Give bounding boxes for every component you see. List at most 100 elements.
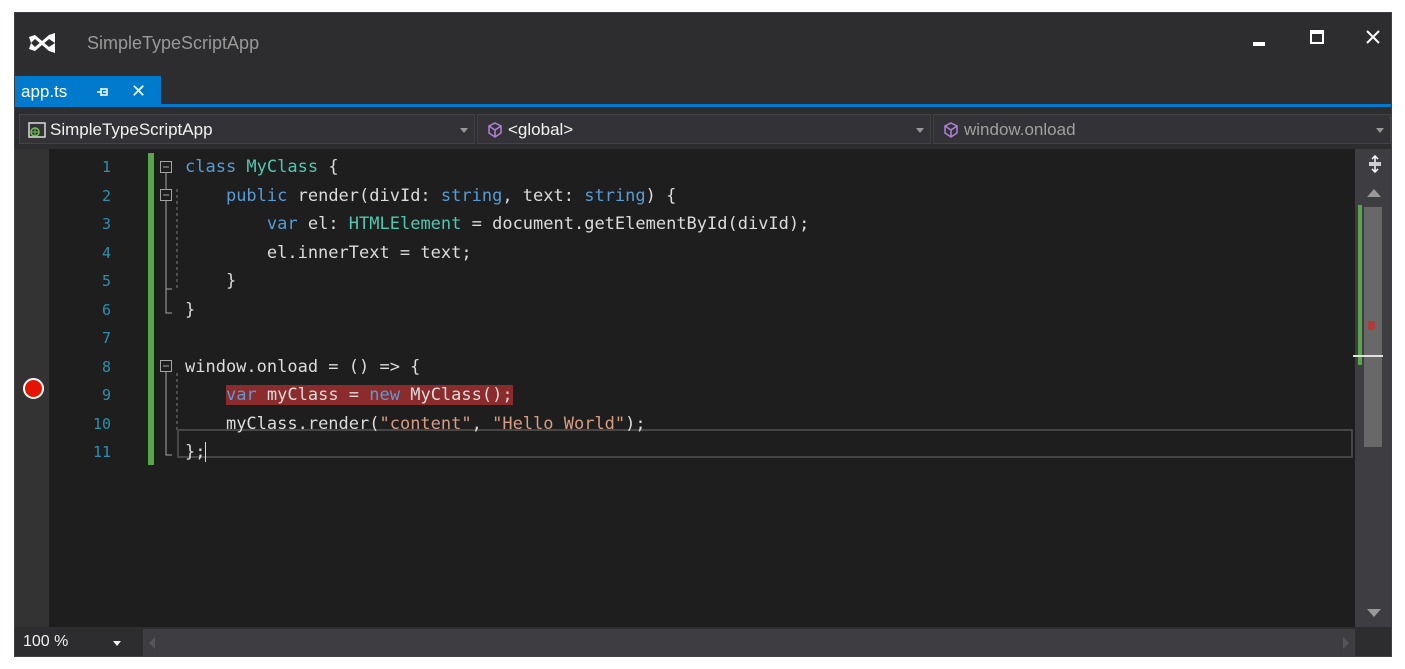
code-line-10: myClass.render("content", "Hello World")… — [185, 410, 1345, 439]
code-line-3: var el: HTMLElement = document.getElemen… — [185, 210, 1345, 239]
line-number: 3 — [101, 215, 111, 233]
code-text[interactable]: class MyClass { public render(divId: str… — [185, 153, 1345, 467]
chevron-down-icon — [460, 128, 468, 133]
outlining-margin — [160, 161, 178, 456]
token: var — [225, 385, 257, 405]
line-number: 9 — [101, 386, 111, 404]
token: MyClass(); — [399, 385, 513, 405]
document-tab-strip: app.ts ✕ — [15, 73, 1391, 157]
member-dropdown[interactable]: window.onload — [933, 114, 1391, 144]
breakpoint-highlight: var myClass = new MyClass(); — [225, 385, 513, 405]
scroll-left-icon[interactable] — [149, 637, 155, 649]
line-number: 7 — [101, 329, 111, 347]
token: ) { — [645, 185, 677, 206]
close-icon[interactable] — [1356, 23, 1390, 53]
scroll-up-icon[interactable] — [1367, 189, 1381, 197]
tab-underline — [15, 104, 1391, 107]
token: }; — [185, 442, 206, 462]
token: = document.getElementById(divId); — [461, 214, 810, 234]
visual-studio-window: SimpleTypeScriptApp app.ts ✕ SimpleTypeS… — [14, 12, 1392, 657]
zoom-level: 100 % — [23, 633, 69, 650]
line-number: 2 — [101, 186, 111, 205]
code-line-6: } — [185, 299, 196, 320]
collapse-icon[interactable] — [160, 189, 172, 201]
token: "Hello World" — [492, 413, 626, 434]
code-line-4: el.innerText = text; — [185, 242, 472, 263]
token: el: — [297, 214, 349, 234]
token: MyClass — [236, 157, 319, 177]
project-icon — [28, 122, 46, 138]
line-numbers: 1 2 3 4 5 6 7 8 9 10 11 — [49, 153, 129, 467]
token: ); — [625, 413, 646, 434]
project-dropdown-value: SimpleTypeScriptApp — [50, 120, 213, 139]
cube-icon — [944, 122, 958, 138]
line-number: 8 — [101, 357, 111, 376]
vertical-scrollbar[interactable] — [1353, 149, 1391, 627]
code-line-11: }; — [185, 438, 1345, 467]
token: var — [266, 214, 298, 234]
code-line-1: class MyClass { — [185, 153, 1345, 182]
code-editor[interactable]: 1 2 3 4 5 6 7 8 9 10 11 class MyClass {… — [15, 149, 1355, 627]
token: "content" — [379, 413, 472, 434]
line-number: 5 — [101, 272, 111, 290]
split-window-icon[interactable] — [1367, 155, 1383, 173]
line-number: 1 — [101, 158, 111, 176]
token: , — [471, 413, 493, 434]
scroll-down-icon[interactable] — [1367, 609, 1381, 617]
chevron-down-icon — [916, 128, 924, 133]
minimize-icon[interactable] — [1242, 23, 1276, 53]
zoom-dropdown[interactable]: 100 % — [15, 629, 141, 656]
scroll-right-icon[interactable] — [1343, 637, 1349, 649]
code-line-2: public render(divId: string, text: strin… — [185, 182, 1345, 211]
breakpoint-icon[interactable] — [23, 378, 44, 399]
horizontal-scrollbar[interactable] — [143, 629, 1355, 656]
scrollbar-change-marker — [1358, 205, 1362, 365]
member-dropdown-value: window.onload — [964, 120, 1076, 139]
pin-icon[interactable] — [95, 84, 111, 100]
code-line-8: window.onload = () => { — [185, 356, 421, 377]
chevron-down-icon — [1376, 128, 1384, 133]
scrollbar-caret-marker — [1353, 355, 1383, 357]
chevron-down-icon — [113, 641, 121, 646]
cube-icon — [488, 122, 502, 138]
title-bar: SimpleTypeScriptApp — [15, 13, 1391, 73]
line-number: 4 — [101, 243, 111, 262]
editor-bottom-bar: 100 % — [15, 627, 1391, 656]
text-caret — [205, 442, 207, 462]
token: { — [318, 157, 339, 177]
visual-studio-logo-icon — [29, 33, 55, 53]
project-dropdown[interactable]: SimpleTypeScriptApp — [19, 114, 475, 144]
scope-dropdown-value: <global> — [508, 120, 574, 139]
token: new — [369, 385, 400, 405]
token: string — [584, 185, 646, 206]
token: myClass.render( — [225, 413, 380, 434]
change-tracking-bar — [148, 153, 154, 465]
tab-label: app.ts — [21, 82, 68, 101]
token: myClass = — [256, 385, 370, 405]
scope-dropdown[interactable]: <global> — [477, 114, 931, 144]
collapse-icon[interactable] — [160, 360, 172, 372]
token: public — [225, 185, 288, 206]
line-number: 11 — [92, 443, 111, 461]
token: render(divId: — [287, 185, 441, 206]
line-number: 6 — [101, 300, 111, 319]
scrollbar-breakpoint-marker — [1368, 321, 1375, 330]
navigation-bar: SimpleTypeScriptApp <global> window.onlo… — [15, 111, 1391, 147]
token: HTMLElement — [348, 214, 462, 234]
token: string — [440, 185, 503, 206]
maximize-icon[interactable] — [1300, 23, 1334, 53]
tab-close-icon[interactable]: ✕ — [131, 81, 146, 101]
token: , text: — [502, 185, 585, 206]
collapse-icon[interactable] — [160, 161, 172, 173]
code-line-5: } — [185, 271, 237, 291]
line-number: 10 — [92, 414, 111, 433]
window-title: SimpleTypeScriptApp — [87, 33, 260, 53]
token: class — [185, 157, 237, 177]
tab-app-ts[interactable]: app.ts ✕ — [15, 76, 161, 107]
glyph-margin[interactable] — [15, 149, 49, 627]
